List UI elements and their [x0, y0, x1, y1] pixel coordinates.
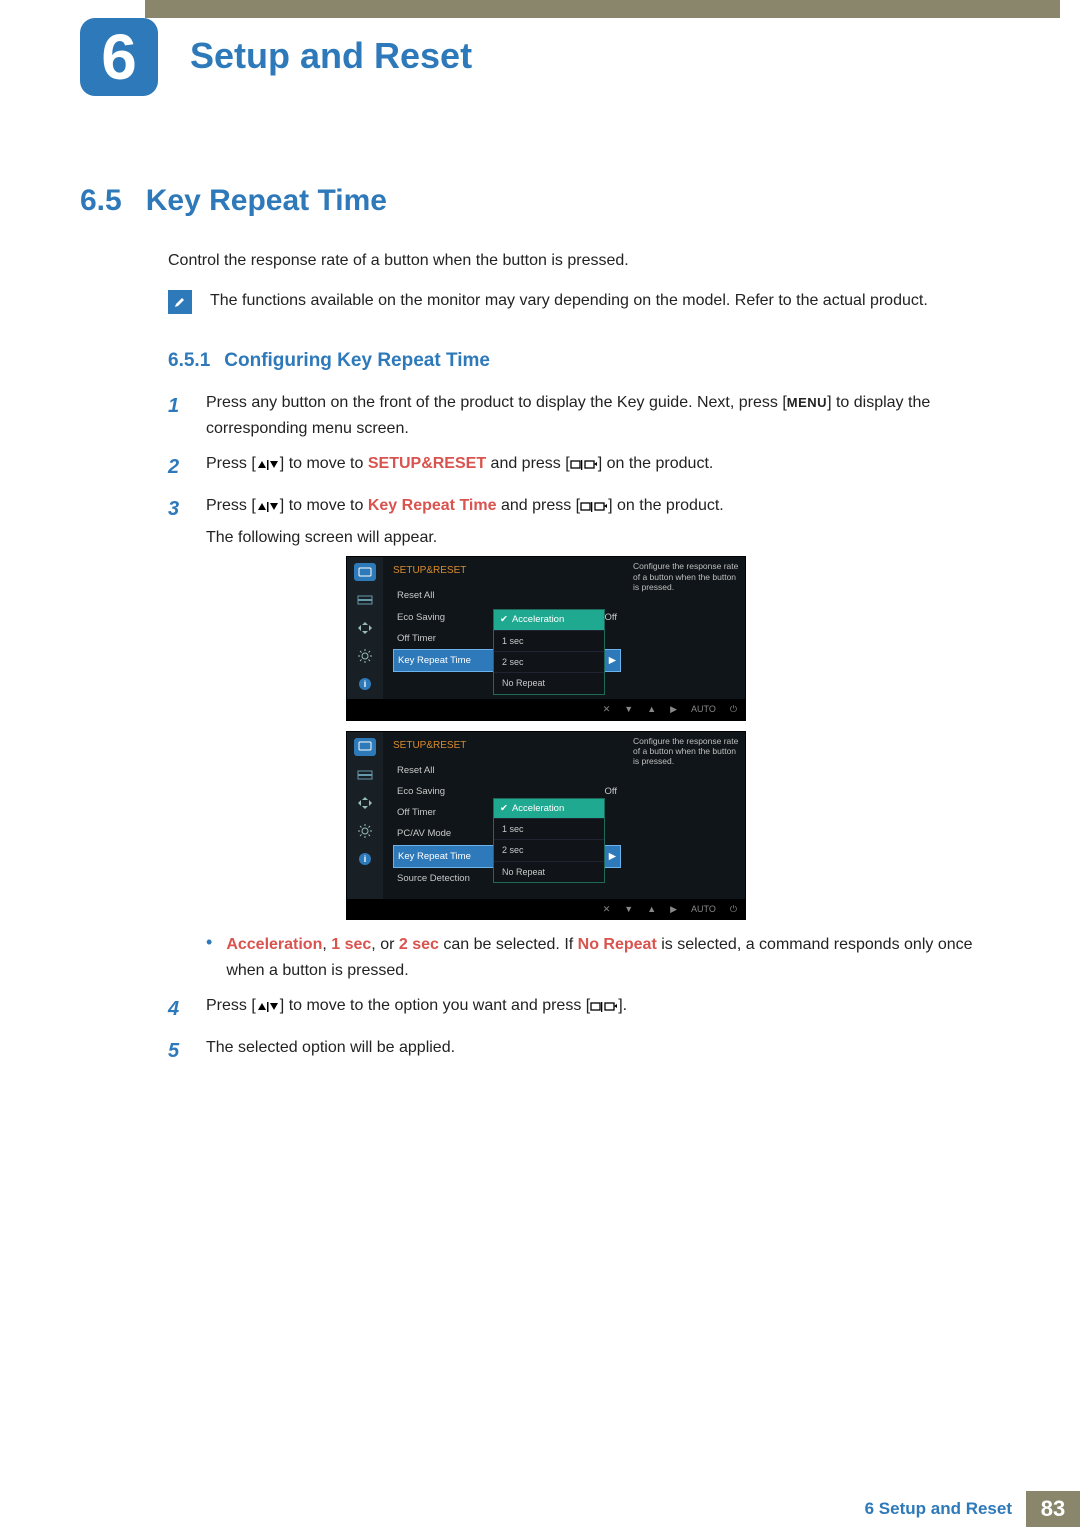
step-text: The selected option will be applied.	[206, 1035, 455, 1067]
osd-sidebar: i	[347, 557, 383, 699]
step-1: 1 Press any button on the front of the p…	[168, 390, 1000, 441]
section-intro: Control the response rate of a button wh…	[168, 252, 629, 270]
close-icon: ✕	[603, 702, 611, 716]
step-5: 5 The selected option will be applied.	[168, 1035, 1000, 1067]
osd-description: Configure the response rate of a button …	[629, 557, 745, 699]
popup-selected: ✔Acceleration	[494, 799, 604, 818]
enter-source-icon	[590, 1000, 618, 1014]
subsection-heading: 6.5.1 Configuring Key Repeat Time	[168, 350, 490, 372]
note-text: The functions available on the monitor m…	[210, 290, 928, 312]
popup-item: 2 sec	[494, 839, 604, 860]
step-2: 2 Press [] to move to SETUP&RESET and pr…	[168, 451, 1000, 483]
osd-bottom-bar: ✕ ▼ ▲ ▶ AUTO ⏻	[347, 899, 745, 919]
setup-reset-emph: SETUP&RESET	[368, 455, 486, 472]
enter-source-icon	[570, 458, 598, 472]
power-icon: ⏻	[730, 702, 737, 716]
auto-label: AUTO	[691, 902, 716, 916]
display-icon	[354, 563, 376, 581]
section-title: Key Repeat Time	[146, 184, 387, 217]
step-text: Press [] to move to the option you want …	[206, 993, 627, 1025]
info-icon: i	[354, 675, 376, 693]
popup-item: 2 sec	[494, 651, 604, 672]
gear-icon	[354, 822, 376, 840]
osd-description: Configure the response rate of a button …	[629, 732, 745, 899]
osd-popup: ✔Acceleration 1 sec 2 sec No Repeat	[493, 798, 605, 883]
popup-item: 1 sec	[494, 818, 604, 839]
enter-source-icon	[580, 500, 608, 514]
step-number: 2	[168, 451, 186, 483]
osd-item: Reset All	[393, 760, 621, 781]
auto-label: AUTO	[691, 702, 716, 716]
osd-item: Reset All	[393, 585, 621, 606]
footer-chapter-label: 6 Setup and Reset	[865, 1491, 1026, 1527]
osd-panel-1: i SETUP&RESET Reset All Eco SavingOff Of…	[346, 556, 746, 720]
close-icon: ✕	[603, 902, 611, 916]
page-footer: 6 Setup and Reset 83	[0, 1491, 1080, 1527]
right-icon: ▶	[670, 702, 677, 716]
popup-selected: ✔Acceleration	[494, 610, 604, 629]
up-down-icon	[256, 500, 280, 514]
note-block: The functions available on the monitor m…	[168, 290, 1000, 314]
display-icon	[354, 738, 376, 756]
down-icon: ▼	[624, 702, 633, 716]
step-number: 1	[168, 390, 186, 441]
step-3: 3 Press [] to move to Key Repeat Time an…	[168, 493, 1000, 983]
size-icon	[354, 794, 376, 812]
up-down-icon	[256, 1000, 280, 1014]
key-repeat-emph: Key Repeat Time	[368, 497, 497, 514]
footer-page-number: 83	[1026, 1491, 1080, 1527]
step-number: 4	[168, 993, 186, 1025]
chapter-number-badge: 6	[80, 18, 158, 96]
bullet-list: • Acceleration, 1 sec, or 2 sec can be s…	[206, 932, 1000, 983]
popup-item: No Repeat	[494, 861, 604, 882]
osd-main: SETUP&RESET Reset All Eco SavingOff Off …	[383, 557, 629, 699]
right-icon: ▶	[670, 902, 677, 916]
subsection-title: Configuring Key Repeat Time	[224, 350, 490, 371]
info-icon: i	[354, 850, 376, 868]
bullet-item: • Acceleration, 1 sec, or 2 sec can be s…	[206, 932, 1000, 983]
up-icon: ▲	[647, 902, 656, 916]
svg-text:i: i	[364, 679, 367, 689]
osd-bottom-bar: ✕ ▼ ▲ ▶ AUTO ⏻	[347, 699, 745, 719]
step-number: 5	[168, 1035, 186, 1067]
up-down-icon	[256, 458, 280, 472]
step-tail: The following screen will appear.	[206, 525, 1000, 551]
bullet-dot-icon: •	[206, 932, 212, 983]
osd-sidebar: i	[347, 732, 383, 899]
size-icon	[354, 619, 376, 637]
section-number: 6.5	[80, 184, 122, 217]
step-4: 4 Press [] to move to the option you wan…	[168, 993, 1000, 1025]
bullet-text: Acceleration, 1 sec, or 2 sec can be sel…	[226, 932, 1000, 983]
osd-panel-2: i SETUP&RESET Reset All Eco SavingOff Of…	[346, 731, 746, 921]
step-text: Press [] to move to SETUP&RESET and pres…	[206, 451, 713, 483]
up-icon: ▲	[647, 702, 656, 716]
chapter-title: Setup and Reset	[190, 35, 472, 77]
picture-icon	[354, 591, 376, 609]
down-icon: ▼	[624, 902, 633, 916]
osd-popup: ✔Acceleration 1 sec 2 sec No Repeat	[493, 609, 605, 694]
step-list: 1 Press any button on the front of the p…	[168, 390, 1000, 1077]
menu-key-label: MENU	[787, 395, 827, 410]
gear-icon	[354, 647, 376, 665]
section-heading: 6.5 Key Repeat Time	[80, 184, 387, 218]
header-strip	[145, 0, 1060, 18]
picture-icon	[354, 766, 376, 784]
step-text: Press [] to move to Key Repeat Time and …	[206, 493, 1000, 983]
osd-title: SETUP&RESET	[393, 738, 621, 754]
osd-main: SETUP&RESET Reset All Eco SavingOff Off …	[383, 732, 629, 899]
osd-title: SETUP&RESET	[393, 563, 621, 579]
subsection-number: 6.5.1	[168, 350, 210, 371]
popup-item: No Repeat	[494, 672, 604, 693]
power-icon: ⏻	[730, 902, 737, 916]
popup-item: 1 sec	[494, 630, 604, 651]
step-number: 3	[168, 493, 186, 983]
step-text: Press any button on the front of the pro…	[206, 390, 1000, 441]
svg-text:i: i	[364, 854, 367, 864]
osd-screenshots: i SETUP&RESET Reset All Eco SavingOff Of…	[346, 556, 1000, 920]
pencil-icon	[168, 290, 192, 314]
